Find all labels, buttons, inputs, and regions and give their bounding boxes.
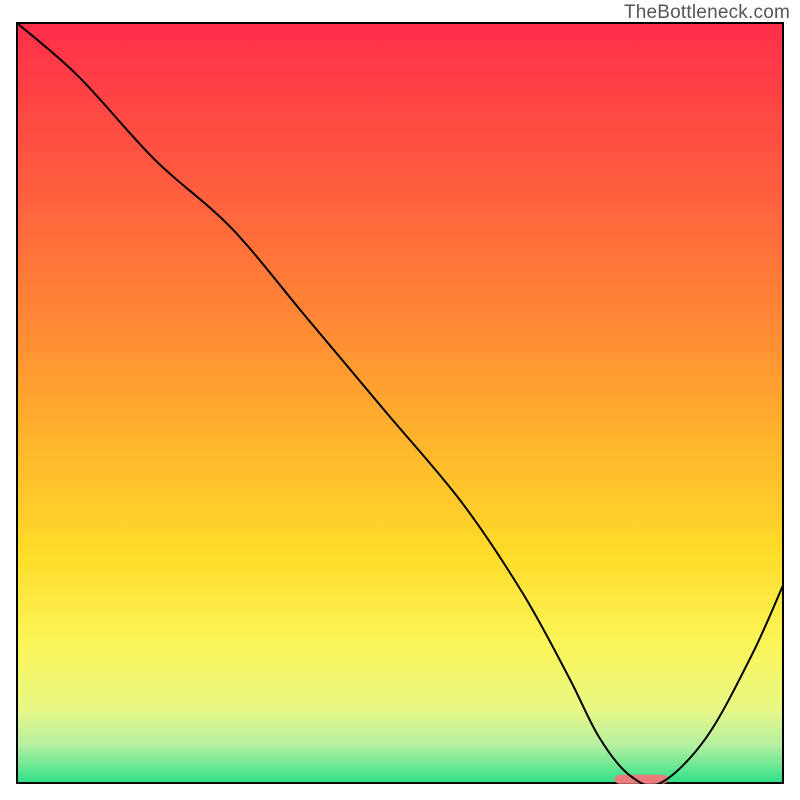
chart-plot-area <box>16 22 784 784</box>
watermark-text: TheBottleneck.com <box>624 2 790 24</box>
gradient-background <box>17 23 783 783</box>
bottleneck-chart <box>16 22 784 784</box>
